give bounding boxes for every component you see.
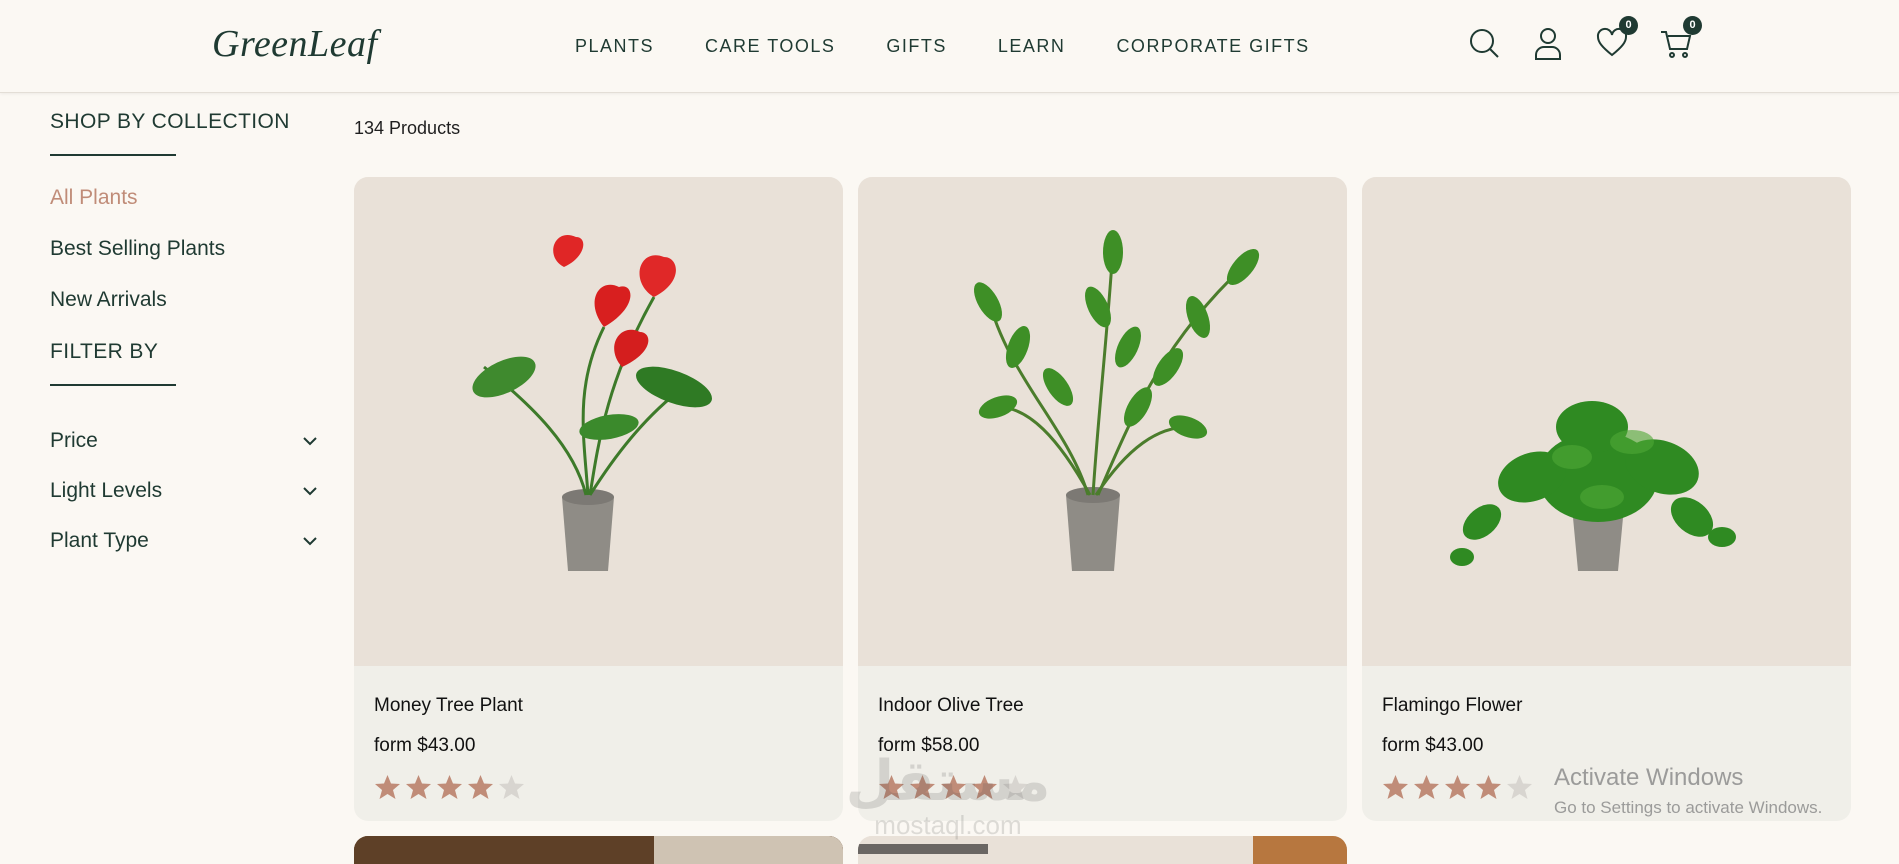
product-card-partial[interactable] — [354, 836, 843, 864]
heading-divider — [50, 154, 176, 156]
chevron-down-icon — [303, 437, 317, 446]
cart-count-badge: 0 — [1683, 16, 1702, 35]
header-icons: 0 0 — [1468, 16, 1702, 60]
collection-new-arrivals[interactable]: New Arrivals — [50, 288, 325, 312]
star-filled-icon — [941, 775, 966, 799]
search-icon[interactable] — [1468, 26, 1500, 60]
product-count: 134 Products — [354, 118, 461, 138]
collection-heading: SHOP BY COLLECTION — [50, 110, 290, 133]
product-image[interactable] — [1362, 177, 1851, 666]
star-filled-icon — [406, 775, 431, 799]
product-card[interactable]: Flamingo Flower form $43.00 — [1362, 177, 1851, 821]
filter-plant-type[interactable]: Plant Type — [50, 516, 318, 566]
product-photo — [1362, 177, 1851, 666]
star-filled-icon — [437, 775, 462, 799]
product-photo — [858, 177, 1347, 666]
filter-label: Light Levels — [50, 479, 163, 502]
product-card[interactable]: Indoor Olive Tree form $58.00 — [858, 177, 1347, 821]
sidebar: SHOP BY COLLECTION All Plants Best Selli… — [50, 110, 325, 566]
product-card-partial[interactable] — [858, 836, 1347, 864]
star-filled-icon — [1476, 775, 1501, 799]
nav-learn[interactable]: LEARN — [998, 36, 1066, 57]
heart-icon[interactable]: 0 — [1596, 16, 1638, 60]
collection-all-plants[interactable]: All Plants — [50, 186, 325, 210]
star-filled-icon — [879, 775, 904, 799]
product-photo — [354, 177, 843, 666]
chevron-down-icon — [303, 537, 317, 546]
product-rating — [374, 774, 525, 800]
product-price: form $43.00 — [374, 735, 476, 756]
nav-care-tools[interactable]: CARE TOOLS — [705, 36, 835, 57]
heading-divider — [50, 384, 176, 386]
filter-label: Plant Type — [50, 529, 149, 552]
star-empty-icon — [1507, 775, 1532, 799]
star-empty-icon — [1003, 775, 1028, 799]
site-header: GreenLeaf PLANTS CARE TOOLS GIFTS LEARN … — [0, 0, 1899, 93]
filter-label: Price — [50, 429, 98, 452]
product-image[interactable] — [354, 177, 843, 666]
star-filled-icon — [1445, 775, 1470, 799]
wishlist-count-badge: 0 — [1619, 16, 1638, 35]
product-name[interactable]: Flamingo Flower — [1382, 695, 1522, 717]
star-filled-icon — [972, 775, 997, 799]
star-filled-icon — [468, 775, 493, 799]
product-price: form $58.00 — [878, 735, 980, 756]
chevron-down-icon — [303, 487, 317, 496]
product-image[interactable] — [858, 177, 1347, 666]
product-price: form $43.00 — [1382, 735, 1484, 756]
filter-price[interactable]: Price — [50, 416, 318, 466]
main-nav: PLANTS CARE TOOLS GIFTS LEARN CORPORATE … — [575, 36, 1310, 57]
nav-gifts[interactable]: GIFTS — [886, 36, 947, 57]
star-filled-icon — [1414, 775, 1439, 799]
product-name[interactable]: Money Tree Plant — [374, 695, 523, 717]
product-rating — [878, 774, 1029, 800]
star-filled-icon — [375, 775, 400, 799]
collection-best-selling[interactable]: Best Selling Plants — [50, 237, 325, 261]
product-name[interactable]: Indoor Olive Tree — [878, 695, 1024, 717]
star-filled-icon — [910, 775, 935, 799]
user-icon[interactable] — [1532, 26, 1564, 60]
product-rating — [1382, 774, 1533, 800]
nav-plants[interactable]: PLANTS — [575, 36, 654, 57]
collection-list: All Plants Best Selling Plants New Arriv… — [50, 186, 325, 312]
product-card[interactable]: Money Tree Plant form $43.00 — [354, 177, 843, 821]
cart-icon[interactable]: 0 — [1660, 16, 1702, 60]
star-filled-icon — [1383, 775, 1408, 799]
filter-list: Price Light Levels Plant Type — [50, 416, 325, 566]
nav-corporate-gifts[interactable]: CORPORATE GIFTS — [1116, 36, 1309, 57]
logo[interactable]: GreenLeaf — [212, 22, 378, 66]
filter-light-levels[interactable]: Light Levels — [50, 466, 318, 516]
filter-heading: FILTER BY — [50, 340, 159, 363]
star-empty-icon — [499, 775, 524, 799]
